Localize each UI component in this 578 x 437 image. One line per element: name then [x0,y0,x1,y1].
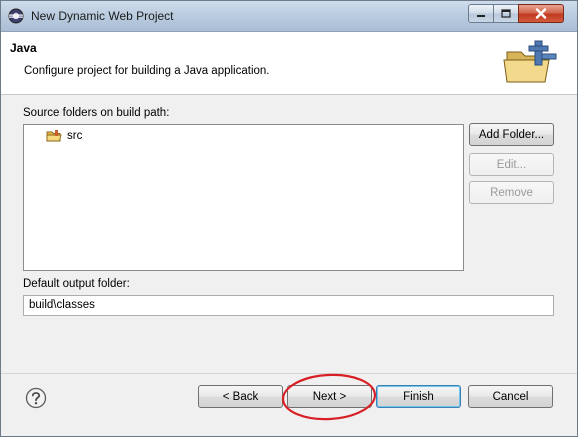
add-folder-button[interactable]: Add Folder... [469,123,554,146]
help-icon[interactable] [25,387,47,409]
close-button[interactable] [518,4,564,23]
minimize-button[interactable] [468,4,494,23]
edit-button[interactable]: Edit... [469,153,554,176]
cancel-button[interactable]: Cancel [468,385,553,408]
back-button[interactable]: < Back [198,385,283,408]
maximize-icon [501,9,511,18]
minimize-icon [477,14,485,17]
source-folders-label: Source folders on build path: [23,107,170,119]
wizard-header: Java Configure project for building a Ja… [1,32,577,95]
footer-divider [1,373,577,374]
window-title: New Dynamic Web Project [31,9,174,23]
source-folder-icon [46,130,62,142]
remove-button[interactable]: Remove [469,181,554,204]
eclipse-app-icon [8,8,24,24]
finish-button[interactable]: Finish [376,385,461,408]
output-folder-input[interactable]: build\classes [23,295,554,316]
page-title: Java [10,41,37,55]
java-folder-wizard-icon [503,40,557,83]
close-icon [535,8,547,19]
list-item-label: src [67,130,83,142]
list-item[interactable]: src [46,129,82,143]
dialog-window: New Dynamic Web Project Java Configure p… [0,0,578,437]
title-bar[interactable]: New Dynamic Web Project [1,1,577,32]
page-description: Configure project for building a Java ap… [24,65,270,77]
source-folders-list[interactable]: src [23,124,464,271]
output-folder-label: Default output folder: [23,278,130,290]
maximize-button[interactable] [493,4,519,23]
next-button[interactable]: Next > [287,385,372,408]
